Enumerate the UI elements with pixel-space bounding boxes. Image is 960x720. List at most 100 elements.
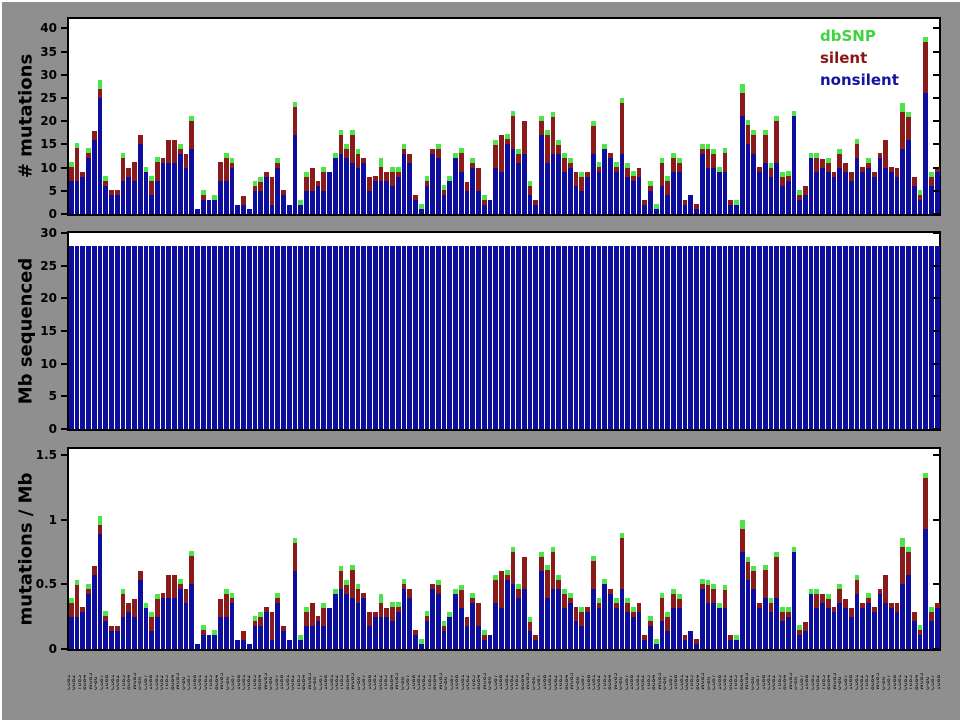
sample-id-label: 1088 [193,656,197,690]
bar-segment [923,478,928,529]
sample-id-label: 0082 [554,656,558,690]
sample-bar [866,246,871,429]
sample-bar [809,589,814,649]
sample-id-label: 0082 [335,656,339,690]
sample-bar [442,246,447,429]
bar-segment [189,149,194,214]
bar-segment [287,640,292,649]
sample-bar [574,246,579,429]
bar-segment [281,195,286,214]
bar-segment [293,543,298,571]
bar-segment [912,612,917,621]
sample-bar [224,153,229,214]
sample-id-label: 0-86 [444,656,448,690]
bar-segment [929,612,934,621]
sample-bar [620,98,625,214]
bar-segment [247,644,252,649]
axis-tick [61,428,67,430]
bar-segment [241,246,246,429]
bar-segment [855,246,860,429]
sample-bar [860,246,865,429]
sample-bar [373,246,378,429]
bar-segment [900,112,905,149]
sample-bar [75,580,80,649]
sample-bar [499,571,504,649]
sample-bar [465,246,470,429]
bar-segment [407,163,412,214]
sample-bar [660,158,665,214]
bar-segment [923,246,928,429]
bar-segment [425,621,430,649]
sample-id-label: 8084 [565,656,569,690]
bar-segment [407,589,412,598]
bar-segment [361,246,366,429]
sample-bar [746,120,751,214]
bar-segment [769,246,774,429]
bar-segment [184,168,189,214]
bar-segment [585,177,590,214]
bar-segment [138,144,143,214]
sample-id-label: 0082 [422,656,426,690]
bar-segment [602,246,607,429]
bar-segment [321,608,326,626]
bar-segment [740,520,745,529]
bar-segment [258,246,263,429]
bar-segment [356,246,361,429]
sample-bar [69,162,74,214]
bar-segment [637,177,642,214]
bar-segment [425,246,430,429]
bar-segment [115,246,120,429]
bar-segment [241,640,246,649]
bar-segment [895,603,900,612]
sample-bar [700,579,705,649]
sample-bar [843,163,848,214]
sample-id-label: 0082 [116,656,120,690]
bar-segment [253,246,258,429]
bar-segment [356,168,361,214]
sample-id-label: C087 [450,656,454,690]
sample-bar [912,246,917,429]
bar-segment [344,594,349,649]
bar-segment [579,191,584,214]
sample-id-label: C081 [373,656,377,690]
sample-id-label: 8084 [390,656,394,690]
sample-bar [493,140,498,214]
sample-bar [746,557,751,649]
bar-segment [189,246,194,429]
sample-bar [447,612,452,649]
sample-bar [728,200,733,214]
sample-id-label: 1088 [455,656,459,690]
bar-segment [270,246,275,429]
bar-segment [906,575,911,649]
bar-segment [620,538,625,589]
sample-bar [178,579,183,649]
bar-segment [132,246,137,429]
sample-bar [86,246,91,429]
sample-bar [688,631,693,649]
bar-segment [780,612,785,621]
bar-segment [241,205,246,214]
bar-segment [201,246,206,429]
bar-segment [591,561,596,589]
sample-bar [631,607,636,649]
bar-segment [86,594,91,649]
bar-segment [895,246,900,429]
bar-segment [677,246,682,429]
sample-id-label: C081 [723,656,727,690]
bar-segment [803,246,808,429]
sample-bar [780,246,785,429]
bar-segment [717,172,722,214]
ytick-label: 40 [13,21,57,35]
sample-bar [184,589,189,649]
sample-bar [339,130,344,214]
bar-segment [912,621,917,649]
sample-bar [207,635,212,649]
sample-bar [333,589,338,649]
sample-id-label: 0-86 [182,656,186,690]
sample-bar [356,584,361,649]
sample-bar [126,168,131,214]
bar-segment [69,617,74,649]
bar-segment [832,177,837,214]
sample-id-label: T083 [909,656,913,690]
sample-bar [900,246,905,429]
